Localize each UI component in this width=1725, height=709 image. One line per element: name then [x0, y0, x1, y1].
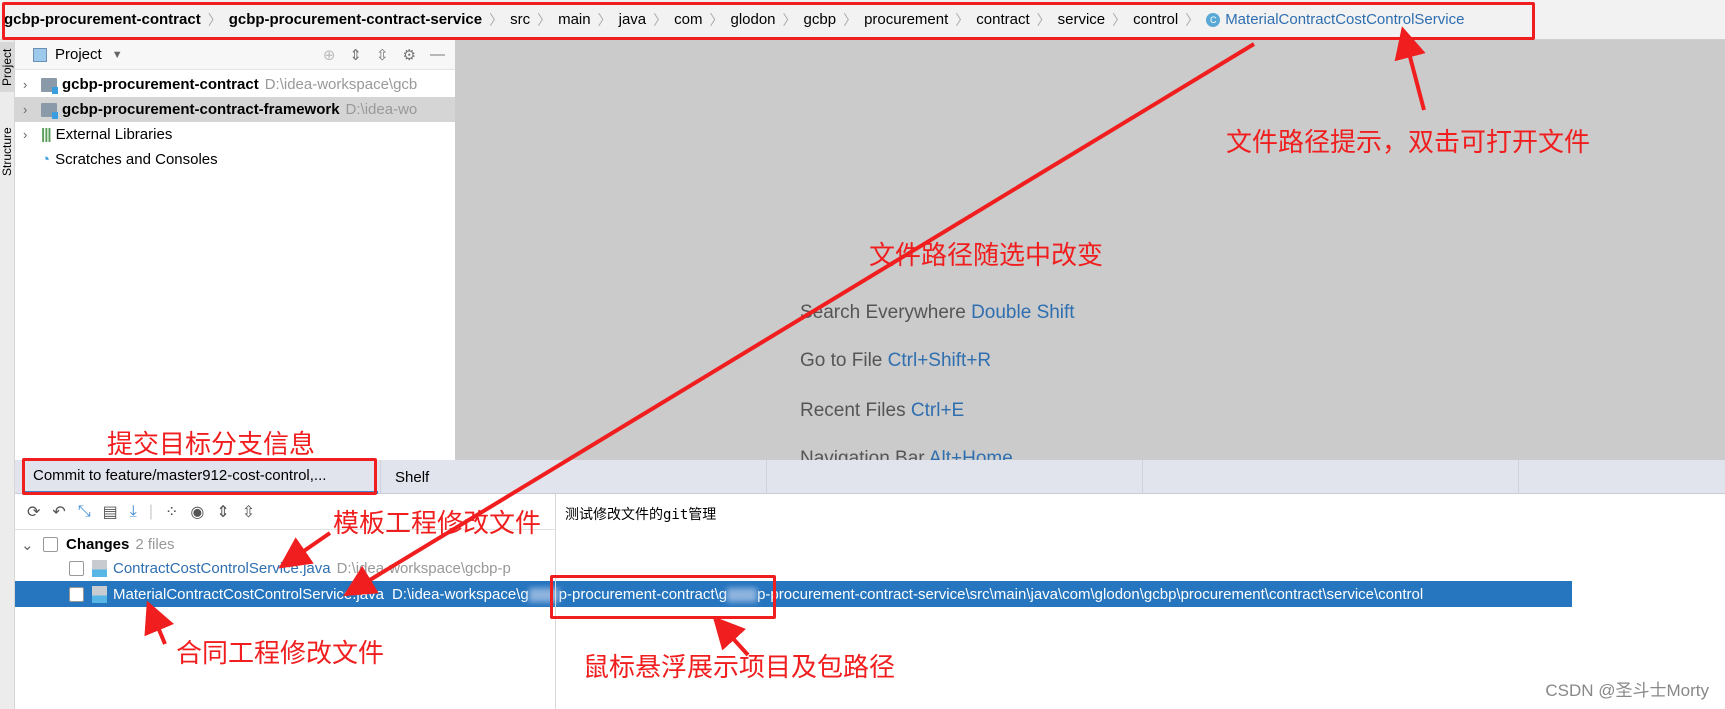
rollback-icon[interactable]: ↶ — [52, 502, 65, 522]
chevron-down-icon[interactable]: ⌄ — [21, 536, 43, 554]
project-panel: Project ▼ ⊕ ⇕ ⇳ ⚙ — › gcbp-procurement-co… — [15, 40, 455, 460]
changelist-icon[interactable]: ▤ — [103, 502, 118, 522]
hint-go-to-file: Go to File Ctrl+Shift+R — [800, 350, 992, 371]
project-panel-header: Project ▼ ⊕ ⇕ ⇳ ⚙ — — [15, 40, 455, 70]
hide-icon[interactable]: — — [430, 46, 445, 64]
annotation-path-changes: 文件路径随选中改变 — [869, 241, 1104, 271]
tab-shelf[interactable]: Shelf — [385, 460, 439, 494]
dropdown-arrow-icon[interactable]: ▼ — [112, 49, 123, 61]
tree-item-scratches[interactable]: ◔ Scratches and Consoles — [15, 147, 455, 172]
tree-item-module[interactable]: › gcbp-procurement-contract D:\idea-worksp… — [15, 72, 455, 97]
changes-group[interactable]: ⌄ Changes 2 files — [21, 532, 175, 557]
hint-search-everywhere: Search Everywhere Double Shift — [800, 302, 1075, 323]
changes-tree: ⌄ Changes 2 files ContractCostControlSer… — [15, 530, 555, 709]
libraries-icon: ||| — [41, 126, 52, 143]
tree-item-module[interactable]: › gcbp-procurement-contract-framework D:\i… — [15, 97, 455, 122]
left-tool-stripe: Project Structure — [0, 40, 15, 709]
refresh-icon[interactable]: ⟳ — [27, 502, 40, 522]
chevron-right-icon[interactable]: › — [23, 77, 41, 92]
module-folder-icon — [41, 77, 58, 94]
chevron-right-icon[interactable]: › — [23, 102, 41, 117]
gear-icon[interactable]: ⚙ — [403, 46, 416, 64]
collapse-all-icon[interactable]: ⇳ — [376, 46, 389, 64]
file-checkbox[interactable] — [69, 586, 84, 602]
group-by-icon[interactable]: ⁘ — [165, 502, 178, 522]
hint-navigation-bar: Navigation Bar Alt+Home — [800, 448, 1013, 460]
scratches-icon: ◔ — [41, 151, 51, 168]
show-diff-icon[interactable]: ⤡ — [78, 503, 91, 521]
annotation-path-hint: 文件路径提示，双击可打开文件 — [1226, 128, 1591, 158]
expand-all-icon[interactable]: ⇕ — [216, 502, 229, 522]
file-checkbox[interactable] — [69, 561, 84, 576]
watermark: CSDN @圣斗士Morty — [1545, 681, 1709, 700]
project-view-icon — [33, 47, 47, 62]
update-icon[interactable]: ⤓ — [130, 503, 137, 521]
module-folder-icon — [41, 102, 58, 119]
annotation-branch-info: 提交目标分支信息 — [107, 430, 316, 460]
group-checkbox[interactable] — [43, 537, 58, 552]
annotation-box-commit-tab — [22, 458, 377, 495]
java-file-icon — [92, 560, 107, 577]
project-tool-button[interactable]: Project — [0, 42, 15, 92]
annotation-template-file: 模板工程修改文件 — [333, 509, 542, 539]
annotation-box-hover-path — [550, 575, 776, 619]
expand-all-icon[interactable]: ⇕ — [349, 46, 362, 64]
annotation-box-breadcrumb — [2, 2, 1535, 40]
view-options-icon[interactable]: ◉ — [190, 502, 204, 522]
locate-icon[interactable]: ⊕ — [323, 46, 336, 64]
changed-file-row[interactable]: ContractCostControlService.java D:\idea-… — [69, 556, 511, 581]
chevron-right-icon[interactable]: › — [23, 127, 41, 142]
structure-tool-button[interactable]: Structure — [0, 122, 15, 182]
java-file-icon — [92, 585, 107, 603]
collapse-all-icon[interactable]: ⇳ — [242, 502, 255, 522]
annotation-hover-path: 鼠标悬浮展示项目及包路径 — [583, 653, 896, 683]
annotation-contract-file: 合同工程修改文件 — [176, 639, 385, 669]
project-view-selector[interactable]: Project — [55, 46, 102, 63]
tree-item-external-libraries[interactable]: › ||| External Libraries — [15, 122, 455, 147]
hint-recent-files: Recent Files Ctrl+E — [800, 400, 965, 421]
